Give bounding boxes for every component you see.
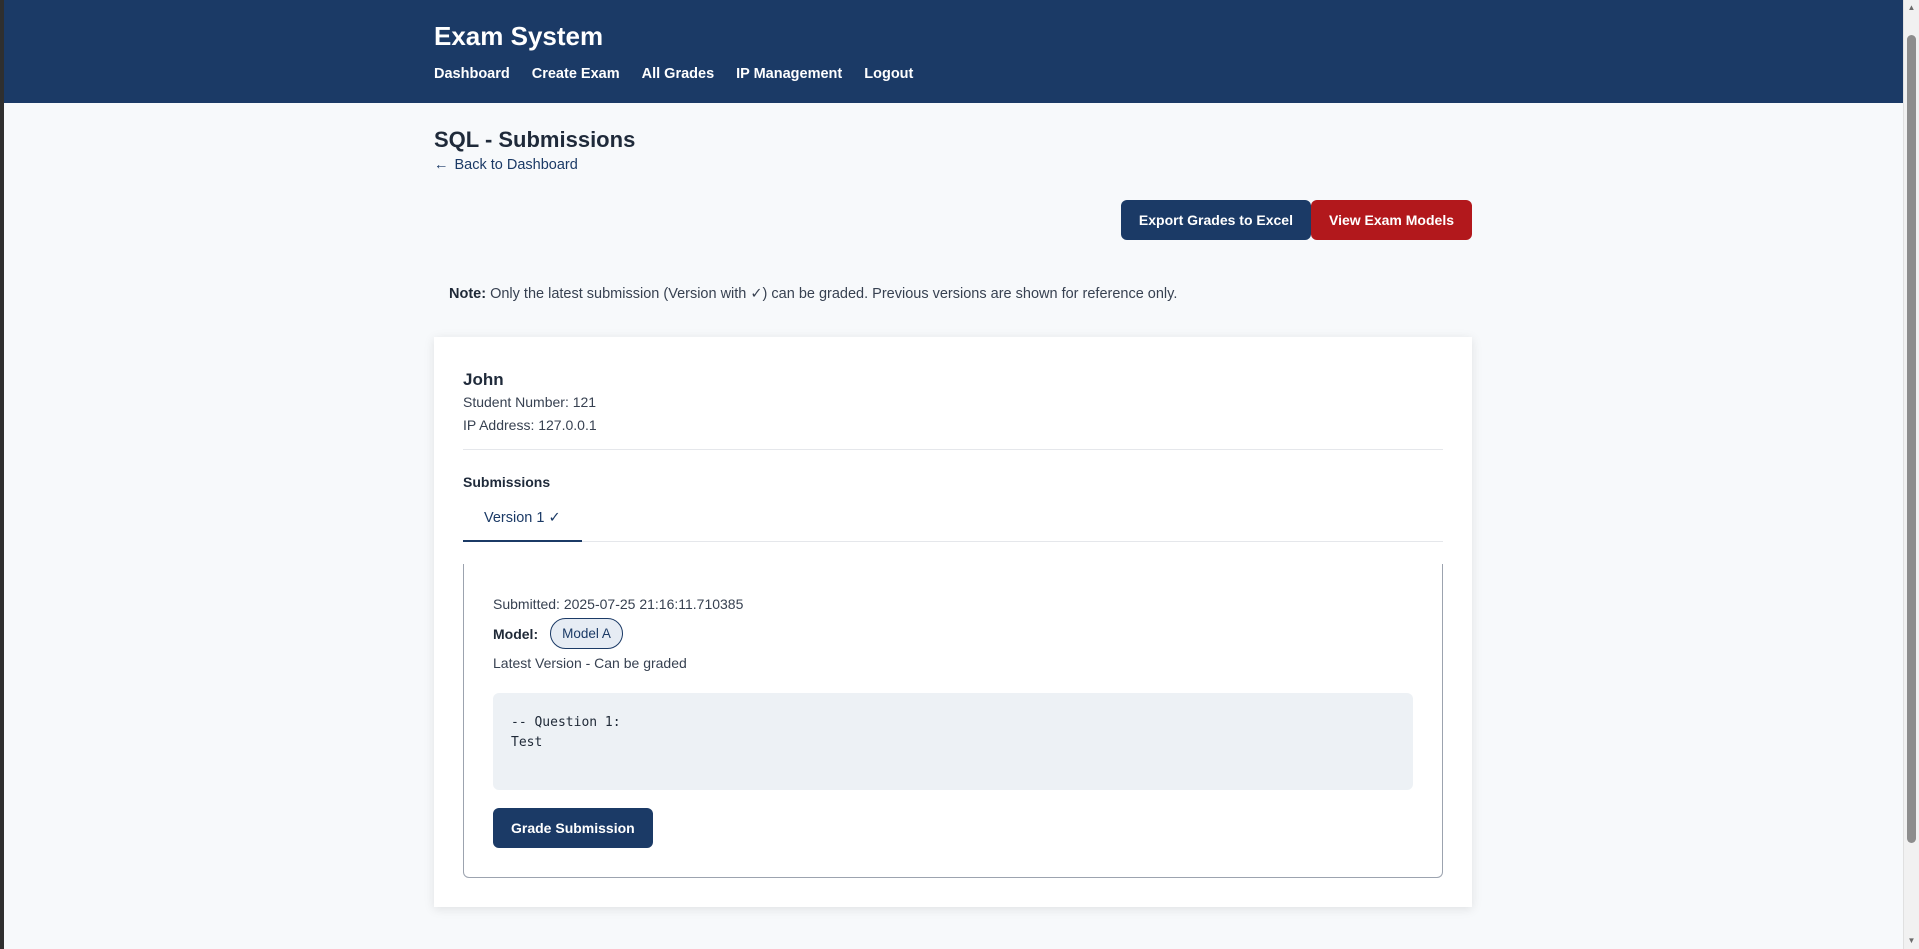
student-name: John — [463, 370, 504, 389]
nav-dashboard[interactable]: Dashboard — [434, 66, 510, 82]
note-label: Note: — [449, 286, 487, 302]
model-label: Model: — [493, 625, 539, 642]
app-title: Exam System — [434, 21, 604, 51]
triangle-down-icon[interactable]: ▼ — [1904, 933, 1919, 949]
version-panel: Submitted: 2025-07-25 21:16:11.710385 Mo… — [463, 564, 1443, 878]
arrow-left-icon: ← — [434, 157, 449, 173]
note-text: Only the latest submission (Version with… — [490, 286, 1178, 302]
divider — [463, 449, 1443, 450]
student-card: John Student Number: 121 IP Address: 127… — [434, 337, 1472, 907]
vertical-scrollbar[interactable]: ▲ ▼ — [1903, 0, 1919, 949]
triangle-up-icon[interactable]: ▲ — [1904, 0, 1919, 16]
nav-create-exam[interactable]: Create Exam — [532, 66, 620, 82]
grading-status: Latest Version - Can be graded — [493, 655, 687, 671]
tab-version-1[interactable]: Version 1 ✓ — [463, 498, 582, 542]
back-link-label: Back to Dashboard — [454, 157, 578, 173]
view-exam-models-button[interactable]: View Exam Models — [1310, 200, 1472, 240]
main-nav: Dashboard Create Exam All Grades IP Mana… — [434, 66, 913, 82]
version-tabs: Version 1 ✓ — [463, 498, 1443, 542]
nav-ip-management[interactable]: IP Management — [736, 66, 842, 82]
model-row: Model: Model A — [493, 618, 1413, 649]
model-badge: Model A — [550, 618, 623, 649]
window-edge — [0, 0, 4, 949]
top-header: Exam System Dashboard Create Exam All Gr… — [0, 0, 1919, 103]
grade-submission-button[interactable]: Grade Submission — [493, 808, 653, 848]
back-to-dashboard-link[interactable]: ← Back to Dashboard — [434, 157, 578, 173]
submitted-timestamp: Submitted: 2025-07-25 21:16:11.710385 — [493, 596, 744, 612]
student-ip-address: IP Address: 127.0.0.1 — [463, 417, 597, 433]
scrollbar-thumb[interactable] — [1907, 35, 1916, 843]
nav-all-grades[interactable]: All Grades — [642, 66, 715, 82]
nav-logout[interactable]: Logout — [864, 66, 913, 82]
action-bar: Export Grades to Excel View Exam Models — [434, 200, 1472, 240]
header-content: Exam System Dashboard Create Exam All Gr… — [434, 18, 913, 82]
page-title: SQL - Submissions — [434, 127, 636, 152]
grading-note: Note: Only the latest submission (Versio… — [434, 286, 1472, 302]
submissions-heading: Submissions — [463, 474, 551, 490]
main-content: SQL - Submissions ← Back to Dashboard Ex… — [434, 103, 1472, 907]
export-grades-button[interactable]: Export Grades to Excel — [1120, 200, 1311, 240]
student-number: Student Number: 121 — [463, 394, 597, 410]
submission-code: -- Question 1: Test — [493, 693, 1413, 790]
